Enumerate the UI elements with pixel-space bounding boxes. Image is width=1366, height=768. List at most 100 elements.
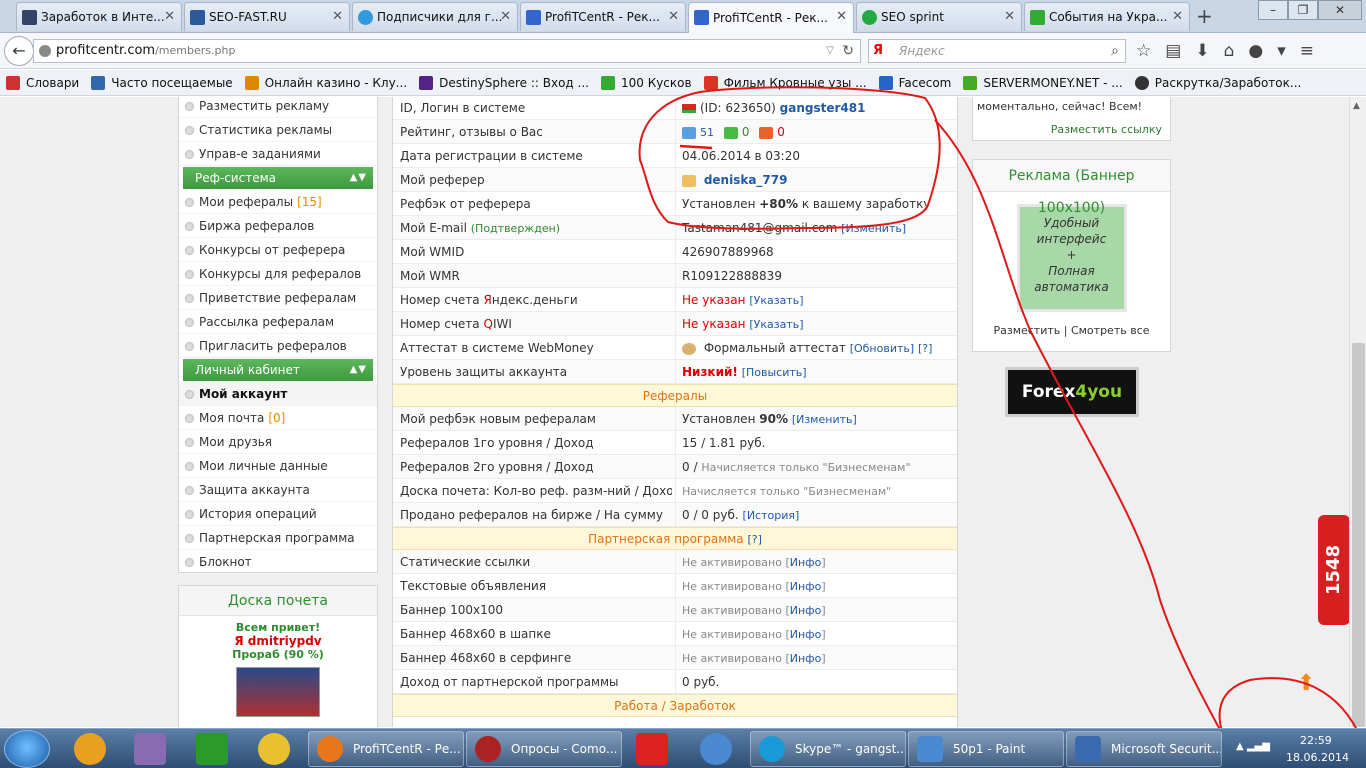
- pinned-app-a-icon[interactable]: [196, 733, 228, 765]
- taskbar-security-window[interactable]: Microsoft Securit...: [1066, 731, 1222, 767]
- browser-tab-5-active[interactable]: ProfiTCentR - Рек... ✕: [688, 2, 854, 33]
- addon-icon[interactable]: ●: [1248, 41, 1263, 61]
- sidebar-item-place-ad[interactable]: Разместить рекламу: [179, 97, 377, 118]
- sidebar-item-mailing[interactable]: Рассылка рефералам: [179, 310, 377, 334]
- forex-banner[interactable]: Forex4you: [1005, 367, 1139, 417]
- reading-list-icon[interactable]: ▤: [1165, 41, 1181, 61]
- volume-app-icon[interactable]: [700, 733, 732, 765]
- bookmark-item[interactable]: Часто посещаемые: [91, 75, 233, 90]
- close-tab-icon[interactable]: ✕: [1004, 9, 1015, 24]
- sidebar-item-greeting[interactable]: Приветствие рефералам: [179, 286, 377, 310]
- link-ad-text[interactable]: моментально, сейчас! Всем!: [973, 97, 1170, 119]
- info-link[interactable]: Инфо: [790, 628, 822, 641]
- sidebar-item-my-friends[interactable]: Мои друзья: [179, 430, 377, 454]
- taskbar-opera-window[interactable]: Опросы - Comо...: [466, 731, 622, 767]
- envelope-icon[interactable]: [682, 174, 696, 187]
- place-link-button[interactable]: Разместить ссылку: [1051, 123, 1162, 136]
- bookmark-item[interactable]: SERVERMONEY.NET - ...: [963, 75, 1123, 90]
- user-login[interactable]: gangster481: [780, 101, 866, 115]
- ad-banner[interactable]: Удобный интерфейс + Полная автоматика: [1016, 204, 1127, 312]
- close-tab-icon[interactable]: ✕: [1172, 9, 1183, 24]
- scroll-up-icon[interactable]: ⬆: [1297, 671, 1315, 696]
- search-icon[interactable]: ⌕: [1111, 40, 1119, 62]
- clock-time[interactable]: 22:59: [1300, 734, 1332, 747]
- bookmark-item[interactable]: Онлайн казино - Клу...: [244, 75, 407, 90]
- sidebar-section-cabinet[interactable]: Личный кабинет ▲▼: [183, 359, 373, 381]
- info-link[interactable]: Инфо: [790, 652, 822, 665]
- hamburger-menu-icon[interactable]: ≡: [1300, 41, 1314, 61]
- start-button[interactable]: [4, 730, 50, 768]
- positive-reviews[interactable]: 0: [742, 125, 750, 139]
- collapse-arrows-icon[interactable]: ▲▼: [350, 359, 367, 381]
- sidebar-item-my-account[interactable]: Мой аккаунт: [179, 382, 377, 406]
- pinned-app-icon[interactable]: [74, 733, 106, 765]
- avatar[interactable]: [236, 667, 320, 717]
- browser-tab-2[interactable]: SEO-FAST.RU ✕: [184, 2, 350, 31]
- specify-qiwi-link[interactable]: [Указать]: [749, 318, 803, 331]
- browser-tab-4[interactable]: ProfiTCentR - Рек... ✕: [520, 2, 686, 31]
- close-tab-icon[interactable]: ✕: [164, 9, 175, 24]
- change-refback-link[interactable]: [Изменить]: [792, 413, 857, 426]
- sidebar-item-notepad[interactable]: Блокнот: [179, 550, 377, 574]
- close-tab-icon[interactable]: ✕: [500, 9, 511, 24]
- sidebar-item-partner-program[interactable]: Партнерская программа: [179, 526, 377, 550]
- sidebar-item-contests-from-referrer[interactable]: Конкурсы от реферера: [179, 238, 377, 262]
- info-link[interactable]: Инфо: [790, 604, 822, 617]
- bookmark-item[interactable]: Фильм Кровные узы ...: [703, 75, 867, 90]
- close-tab-icon[interactable]: ✕: [668, 9, 679, 24]
- help-link[interactable]: [?]: [748, 533, 762, 546]
- bookmark-item[interactable]: Раскрутка/Заработок...: [1134, 75, 1301, 90]
- bookmark-item[interactable]: DestinySphere :: Вход ...: [419, 75, 589, 90]
- taskbar-paint-window[interactable]: 50p1 - Paint: [908, 731, 1064, 767]
- menu-dropdown-icon[interactable]: ▾: [1277, 41, 1286, 61]
- url-bar[interactable]: profitcentr.com/members.php ▽ ↻: [33, 39, 861, 63]
- browser-tab-3[interactable]: Подписчики для г... ✕: [352, 2, 518, 31]
- search-bar[interactable]: Я Яндекс ⌕: [868, 39, 1126, 63]
- close-tab-icon[interactable]: ✕: [332, 9, 343, 24]
- raise-security-link[interactable]: [Повысить]: [742, 366, 807, 379]
- new-tab-button[interactable]: +: [1196, 4, 1213, 28]
- page-scrollbar[interactable]: ▲: [1349, 97, 1366, 727]
- sidebar-item-manage-tasks[interactable]: Управ-е заданиями: [179, 142, 377, 166]
- browser-tab-7[interactable]: События на Укра... ✕: [1024, 2, 1190, 31]
- referrer-login[interactable]: deniska_779: [704, 173, 788, 187]
- sidebar-item-personal-data[interactable]: Мои личные данные: [179, 454, 377, 478]
- honor-username[interactable]: Я dmitriypdv: [179, 634, 377, 648]
- window-close-icon[interactable]: ✕: [1318, 0, 1362, 20]
- banner-links[interactable]: Разместить | Смотреть все: [973, 324, 1170, 337]
- sidebar-item-history[interactable]: История операций: [179, 502, 377, 526]
- history-link[interactable]: [История]: [743, 509, 800, 522]
- downloads-icon[interactable]: ⬇: [1195, 41, 1209, 61]
- visitor-counter-badge[interactable]: 1548: [1318, 515, 1350, 625]
- bookmark-star-icon[interactable]: ☆: [1136, 41, 1151, 61]
- taskbar-firefox-window[interactable]: ProfiTCentR - Ре...: [308, 731, 464, 767]
- sidebar-item-my-referrals[interactable]: Мои рефералы [15]: [179, 190, 377, 214]
- clock-date[interactable]: 18.06.2014: [1286, 751, 1349, 764]
- sidebar-item-my-mail[interactable]: Моя почта [0]: [179, 406, 377, 430]
- info-link[interactable]: Инфо: [790, 580, 822, 593]
- bookmark-item[interactable]: 100 Кусков: [600, 75, 692, 90]
- change-email-link[interactable]: [Изменить]: [841, 222, 906, 235]
- minimize-icon[interactable]: –: [1258, 0, 1288, 20]
- pinned-game-icon[interactable]: [134, 733, 166, 765]
- info-link[interactable]: Инфо: [790, 556, 822, 569]
- back-button[interactable]: ←: [4, 36, 34, 66]
- sidebar-item-invite[interactable]: Пригласить рефералов: [179, 334, 377, 358]
- sidebar-item-contests-for-referrals[interactable]: Конкурсы для рефералов: [179, 262, 377, 286]
- help-link[interactable]: [?]: [918, 342, 932, 355]
- yandex-icon[interactable]: [636, 733, 668, 765]
- scroll-up-arrow-icon[interactable]: ▲: [1353, 101, 1360, 111]
- signal-icon[interactable]: ▲ ▂▄▆: [1236, 741, 1270, 752]
- reload-icon[interactable]: ↻: [842, 40, 854, 62]
- sidebar-item-referral-exchange[interactable]: Биржа рефералов: [179, 214, 377, 238]
- specify-yandex-link[interactable]: [Указать]: [749, 294, 803, 307]
- sidebar-item-account-protection[interactable]: Защита аккаунта: [179, 478, 377, 502]
- sidebar-section-ref-system[interactable]: Реф-система ▲▼: [183, 167, 373, 189]
- close-tab-icon[interactable]: ✕: [836, 9, 847, 24]
- collapse-arrows-icon[interactable]: ▲▼: [350, 167, 367, 189]
- home-icon[interactable]: ⌂: [1224, 41, 1235, 61]
- url-dropdown-icon[interactable]: ▽: [826, 40, 834, 62]
- browser-tab-6[interactable]: SEO sprint ✕: [856, 2, 1022, 31]
- bookmark-item[interactable]: Словари: [6, 75, 79, 90]
- sidebar-item-ad-stats[interactable]: Статистика рекламы: [179, 118, 377, 142]
